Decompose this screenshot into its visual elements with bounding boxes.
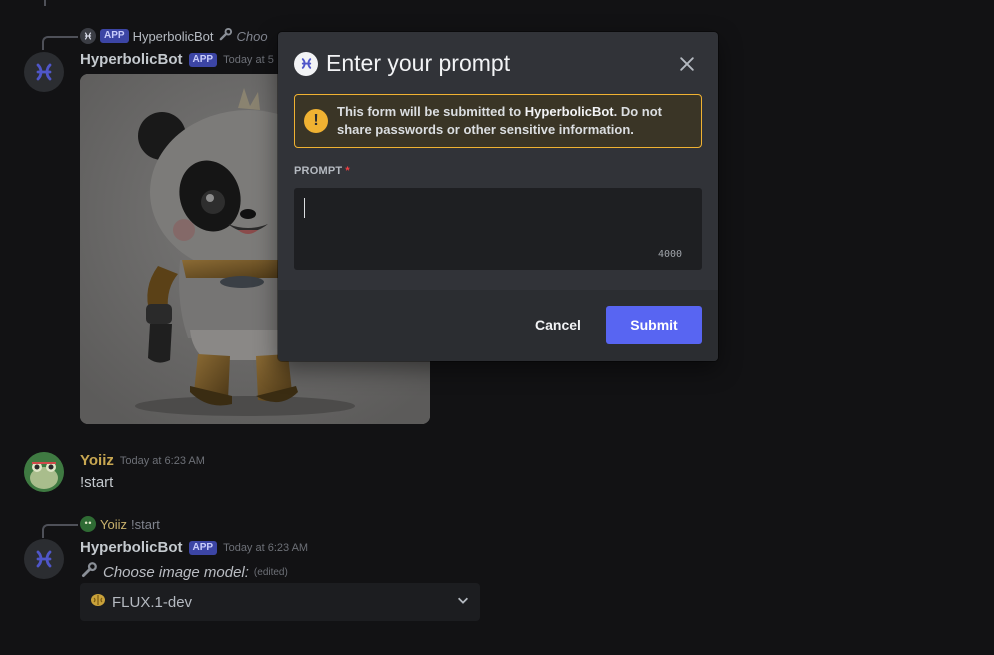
username[interactable]: HyperbolicBot (80, 539, 183, 556)
warning-text: This form will be submitted to Hyperboli… (337, 104, 663, 137)
edited-label: (edited) (253, 566, 288, 578)
warning-icon: ! (304, 109, 328, 133)
wrench-icon (218, 27, 233, 45)
message-header: Yoiiz Today at 6:23 AM (80, 452, 205, 469)
app-badge: APP (188, 540, 218, 555)
message-text: Choose image model: (edited) (80, 561, 288, 583)
message-text: !start (80, 474, 114, 491)
prompt-input[interactable] (294, 188, 702, 270)
username[interactable]: HyperbolicBot (80, 51, 183, 68)
hyperbolic-logo-icon (36, 550, 52, 568)
modal-footer: Cancel Submit (278, 290, 718, 361)
reply-author: HyperbolicBot (132, 28, 214, 44)
char-counter: 4000 (658, 249, 683, 260)
bot-avatar[interactable] (24, 52, 64, 92)
reply-snippet: Choo (236, 28, 268, 44)
hyperbolic-logo-icon (84, 32, 92, 40)
warning-banner: ! This form will be submitted to Hyperbo… (294, 94, 702, 148)
prompt-label: PROMPT * (294, 165, 350, 177)
reply-author: Yoiiz (100, 516, 127, 532)
required-mark: * (345, 165, 350, 177)
user-avatar[interactable] (24, 452, 64, 492)
select-value: FLUX.1-dev (112, 593, 193, 611)
hyperbolic-logo-icon (36, 63, 52, 81)
reply-preview[interactable]: APP HyperbolicBot Choo (80, 27, 268, 45)
reply-connector (42, 36, 78, 50)
reply-preview[interactable]: Yoiiz !start (80, 516, 160, 532)
wrench-icon (80, 561, 98, 583)
timestamp: Today at 6:23 AM (223, 541, 309, 554)
text-caret (304, 198, 305, 218)
model-select[interactable]: FLUX.1-dev (80, 583, 480, 621)
message-body: Choose image model: (103, 563, 249, 581)
app-badge: APP (188, 52, 218, 67)
close-icon (680, 57, 694, 71)
reply-snippet: !start (130, 516, 160, 532)
prompt-modal: Enter your prompt ! This form will be su… (278, 32, 718, 361)
timestamp: Today at 5 (223, 53, 274, 66)
timestamp: Today at 6:23 AM (119, 454, 205, 467)
cancel-button[interactable]: Cancel (526, 306, 590, 344)
hyperbolic-logo-icon (294, 51, 318, 76)
reply-connector (44, 0, 80, 6)
message-header: HyperbolicBot APP Today at 5 (80, 51, 274, 68)
user-mini-avatar (80, 516, 96, 532)
modal-title: Enter your prompt (326, 50, 511, 76)
bot-mini-avatar (80, 28, 96, 44)
close-button[interactable] (676, 53, 698, 75)
submit-button[interactable]: Submit (606, 306, 702, 344)
previous-message-stub (30, 0, 310, 6)
username[interactable]: Yoiiz (80, 452, 114, 469)
bot-avatar[interactable] (24, 539, 64, 579)
app-badge: APP (100, 29, 129, 43)
reply-connector (42, 524, 78, 538)
modal-header: Enter your prompt (294, 50, 510, 77)
brain-icon (90, 592, 106, 613)
message-header: HyperbolicBot APP Today at 6:23 AM (80, 539, 308, 556)
chevron-down-icon (456, 593, 470, 612)
